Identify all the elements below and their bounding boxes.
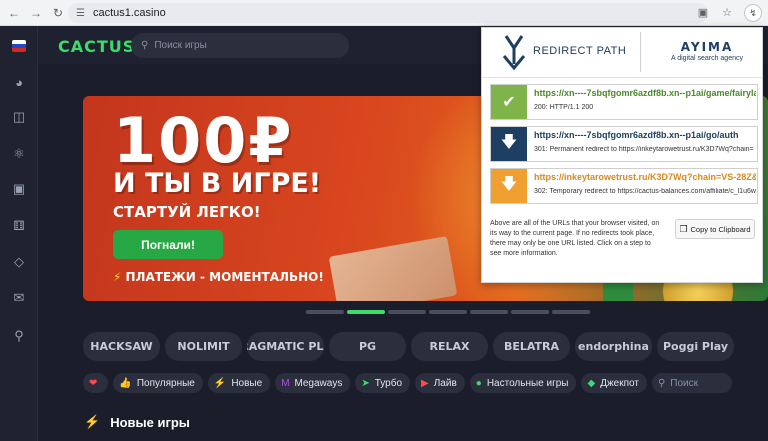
search-icon[interactable]: ⚲ <box>9 326 29 346</box>
chat-icon[interactable]: ✉ <box>9 288 29 308</box>
carousel-dot[interactable] <box>511 310 549 314</box>
bolt-icon: ⚡ <box>213 377 227 389</box>
clipboard-icon: ❐ <box>679 223 688 234</box>
category-chip[interactable]: ▶ Лайв <box>415 373 465 393</box>
category-label: Турбо <box>374 377 403 389</box>
redirect-path-brand: REDIRECT PATH <box>533 45 627 57</box>
site-info-icon[interactable]: ☰ <box>76 8 85 19</box>
banner-title: 100₽ <box>113 104 294 177</box>
provider-endorphina[interactable]: endorphina <box>575 332 652 361</box>
diamond-icon: ◆ <box>587 377 596 389</box>
category-label: Megaways <box>294 377 343 389</box>
carousel-dot[interactable] <box>388 310 426 314</box>
category-chip[interactable]: M Megaways <box>275 373 351 393</box>
hop-url: https://xn----7sbqfgomr6azdf8b.xn--p1ai/… <box>534 130 739 140</box>
language-flag-icon[interactable] <box>9 36 29 56</box>
hop-status: 200: HTTP/1.1 200 <box>534 104 594 111</box>
search-icon: ⚲ <box>657 377 666 389</box>
browser-toolbar: ← → ↻ ☰ cactus1.casino ▣ ☆ ↯ <box>0 0 768 26</box>
game-search-input[interactable] <box>154 40 325 51</box>
category-label: Популярные <box>136 377 195 389</box>
carousel-dot[interactable] <box>429 310 467 314</box>
provider-poggi-play[interactable]: Poggi Play <box>657 332 734 361</box>
left-sidebar: ◕ ◫ ⚛ ▣ ⚅ ◇ ✉ ⚲ <box>0 26 38 441</box>
hop-status: 302: Temporary redirect to https://cactu… <box>534 188 756 195</box>
install-app-icon[interactable]: ▣ <box>696 6 710 20</box>
banner-note-text: ПЛАТЕЖИ - МОМЕНТАЛЬНО! <box>125 270 324 284</box>
category-label: Лайв <box>433 377 457 389</box>
address-bar[interactable]: ☰ cactus1.casino <box>68 3 708 23</box>
popup-note: Above are all of the URLs that your brow… <box>490 220 660 257</box>
reload-icon[interactable]: ↻ <box>50 5 66 21</box>
provider-pg[interactable]: PG <box>329 332 406 361</box>
category-chip[interactable]: ⚡ Новые <box>207 373 271 393</box>
hop-url: https://xn----7sbqfgomr6azdf8b.xn--p1ai/… <box>534 88 756 98</box>
redirect-path-logo-icon <box>502 35 526 70</box>
category-chip[interactable]: ➤ Турбо <box>355 373 411 393</box>
banner-subtitle-2: СТАРТУЙ ЛЕГКО! <box>113 203 261 221</box>
category-chip[interactable]: ● Настольные игры <box>469 373 577 393</box>
provider-relax[interactable]: RELAX <box>411 332 488 361</box>
trophy-icon[interactable]: ⚛ <box>9 144 29 164</box>
category-label: Новые <box>231 377 263 389</box>
ayima-logo[interactable]: AYIMA A digital search agency <box>652 40 762 62</box>
address-url: cactus1.casino <box>92 7 166 19</box>
copy-to-clipboard-button[interactable]: ❐ Copy to Clipboard <box>675 219 755 239</box>
category-chips: ❤ 👍 Популярные ⚡ Новые M Megaways ➤ Турбо ▶ Лайв ● Н… <box>83 373 732 393</box>
dice-icon[interactable]: ⚅ <box>9 216 29 236</box>
carousel-dots <box>306 310 590 314</box>
thumbs-up-icon: 👍 <box>119 377 132 389</box>
redirect-path-popup: REDIRECT PATH AYIMA A digital search age… <box>481 27 763 283</box>
game-search[interactable]: ⚲ <box>131 33 349 58</box>
provider-belatra[interactable]: BELATRA <box>493 332 570 361</box>
back-icon[interactable]: ← <box>6 5 22 21</box>
category-chip[interactable]: ❤ <box>83 373 109 393</box>
carousel-dot[interactable] <box>470 310 508 314</box>
category-search[interactable]: ⚲ Поиск <box>651 373 732 393</box>
check-icon: ✔ <box>491 85 527 119</box>
arrow-down-icon: 🡇 <box>491 127 527 161</box>
arrow-down-icon: 🡇 <box>491 169 527 203</box>
banner-note: ⚡ ПЛАТЕЖИ - МОМЕНТАЛЬНО! <box>113 270 324 284</box>
carousel-dot[interactable] <box>347 310 385 314</box>
provider-nolimit[interactable]: NOLIMIT <box>165 332 242 361</box>
gift-icon[interactable]: ▣ <box>9 179 29 199</box>
globe-icon[interactable]: ◕ <box>9 72 29 92</box>
provider-strip: HACKSAWNOLIMITPRAGMATIC PLAYPGRELAXBELAT… <box>83 332 734 361</box>
popup-header: REDIRECT PATH AYIMA A digital search age… <box>482 28 762 78</box>
section-new-games: ⚡ Новые игры <box>84 414 190 430</box>
provider-pragmatic-play[interactable]: PRAGMATIC PLAY <box>247 332 324 361</box>
redirect-path-extension-icon[interactable]: ↯ <box>744 4 762 22</box>
category-chip[interactable]: ◆ Джекпот <box>581 373 647 393</box>
forward-icon[interactable]: → <box>28 5 44 21</box>
cactus-logo[interactable]: CACTUS <box>58 37 135 56</box>
carousel-dot[interactable] <box>552 310 590 314</box>
hop-status: 301: Permanent redirect to https://inkey… <box>534 146 754 153</box>
banner-cta-button[interactable]: Погнали! <box>113 230 223 259</box>
heart-icon: ❤ <box>89 377 98 389</box>
category-search-placeholder: Поиск <box>670 377 698 389</box>
search-icon: ⚲ <box>141 40 149 51</box>
category-label: Настольные игры <box>486 377 569 389</box>
hop-url: https://inkeytarowetrust.ru/K3D7Wq?chain… <box>534 172 756 182</box>
provider-hacksaw[interactable]: HACKSAW <box>83 332 160 361</box>
category-label: Джекпот <box>600 377 639 389</box>
redirect-hop-2[interactable]: 🡇 https://xn----7sbqfgomr6azdf8b.xn--p1a… <box>490 126 758 162</box>
bolt-icon: ⚡ <box>84 414 101 429</box>
section-title: Новые игры <box>110 414 190 430</box>
bolt-icon: ⚡ <box>113 270 122 284</box>
table-games-icon: ● <box>475 377 482 389</box>
turbo-icon: ➤ <box>361 377 370 389</box>
ticket-icon[interactable]: ◫ <box>9 107 29 127</box>
category-chip[interactable]: 👍 Популярные <box>113 373 203 393</box>
bookmark-star-icon[interactable]: ☆ <box>720 6 734 20</box>
megaways-icon: M <box>281 377 290 389</box>
banner-subtitle: И ТЫ В ИГРЕ! <box>113 168 322 199</box>
diamond-icon[interactable]: ◇ <box>9 252 29 272</box>
live-icon: ▶ <box>421 377 429 389</box>
carousel-dot[interactable] <box>306 310 344 314</box>
redirect-hop-1[interactable]: ✔ https://xn----7sbqfgomr6azdf8b.xn--p1a… <box>490 84 758 120</box>
redirect-hop-3[interactable]: 🡇 https://inkeytarowetrust.ru/K3D7Wq?cha… <box>490 168 758 204</box>
money-image <box>328 236 458 301</box>
